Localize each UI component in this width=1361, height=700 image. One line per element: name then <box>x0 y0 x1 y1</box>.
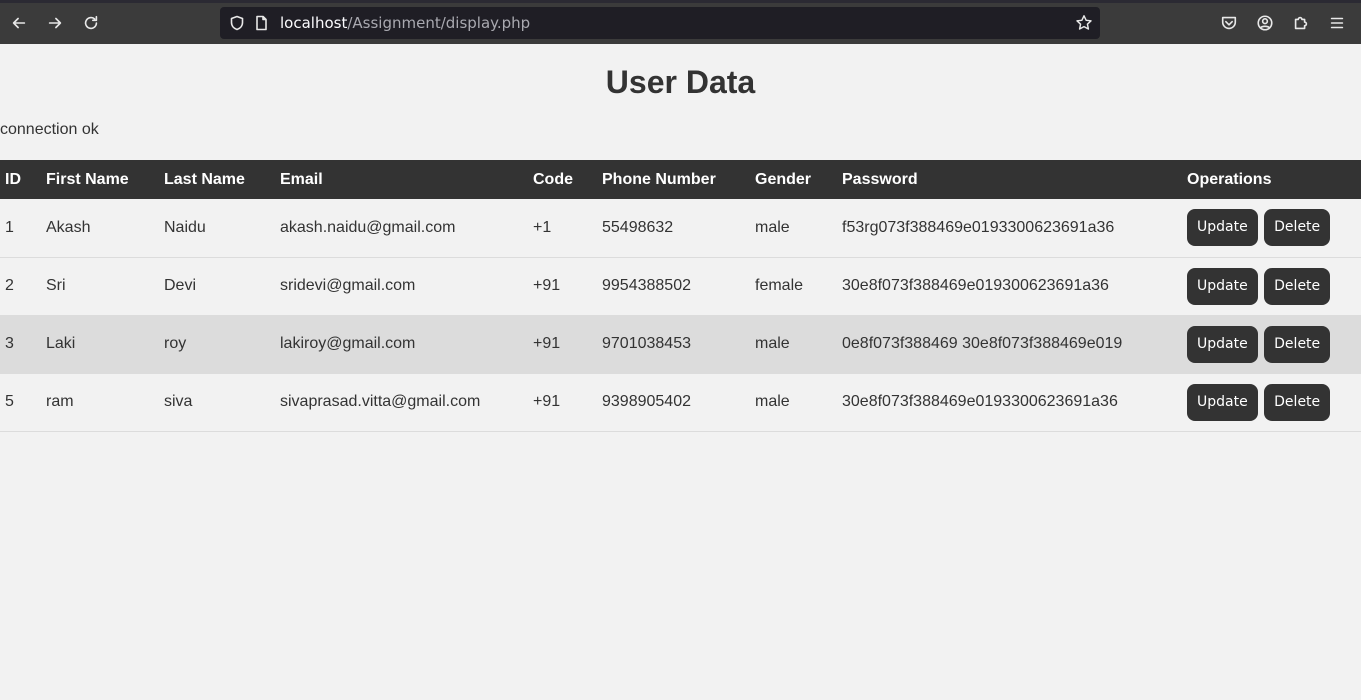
delete-button[interactable]: Delete <box>1264 267 1331 305</box>
forward-button[interactable] <box>41 9 69 37</box>
cell-email: sridevi@gmail.com <box>280 277 416 294</box>
update-button[interactable]: Update <box>1187 209 1258 247</box>
page-title: User Data <box>605 64 756 100</box>
table-row: 1 Akash Naidu akash.naidu@gmail.com +1 5… <box>0 199 1361 257</box>
cell-last-name: roy <box>164 335 187 352</box>
cell-first-name: Laki <box>46 335 76 352</box>
cell-id: 3 <box>5 335 14 352</box>
header-password: Password <box>842 170 918 188</box>
cell-operations: Update Delete <box>1187 257 1361 315</box>
cell-email: sivaprasad.vitta@gmail.com <box>280 393 481 410</box>
account-button[interactable] <box>1251 9 1279 37</box>
cell-password: 0e8f073f388469 30e8f073f388469e019 <box>842 335 1123 352</box>
cell-password: 30e8f073f388469e0193300623691a36 <box>842 393 1118 410</box>
cell-first-name: ram <box>46 393 74 410</box>
header-code: Code <box>533 170 573 188</box>
cell-phone: 55498632 <box>602 218 674 236</box>
cell-code: +91 <box>533 335 561 352</box>
extensions-button[interactable] <box>1287 9 1315 37</box>
table-header-row: ID First Name Last Name Email Code Phone… <box>0 160 1361 199</box>
puzzle-icon <box>1294 16 1308 30</box>
table-row: 2 Sri Devi sridevi@gmail.com +91 9954388… <box>0 257 1361 315</box>
update-button[interactable]: Update <box>1187 325 1258 363</box>
header-id: ID <box>5 170 21 188</box>
table-row: 5 ram siva sivaprasad.vitta@gmail.com +9… <box>0 373 1361 431</box>
cell-last-name: Devi <box>164 277 197 294</box>
cell-gender: male <box>755 393 790 410</box>
cell-phone: 9701038453 <box>602 335 691 352</box>
cell-operations: Update Delete <box>1187 315 1361 373</box>
delete-button[interactable]: Delete <box>1264 209 1331 247</box>
arrow-right-icon <box>48 17 62 29</box>
menu-button[interactable] <box>1323 9 1351 37</box>
browser-toolbar: localhost/Assignment/display.php <box>0 0 1361 44</box>
address-bar[interactable]: localhost/Assignment/display.php <box>220 7 1100 39</box>
cell-gender: male <box>755 335 790 352</box>
header-operations: Operations <box>1187 170 1272 188</box>
cell-id: 2 <box>5 277 14 294</box>
update-button[interactable]: Update <box>1187 383 1258 421</box>
url-host: localhost <box>280 14 348 32</box>
cell-phone: 9398905402 <box>602 393 691 410</box>
delete-button[interactable]: Delete <box>1264 383 1331 421</box>
cell-gender: male <box>755 218 790 236</box>
cell-gender: female <box>755 277 804 294</box>
header-first-name: First Name <box>46 170 129 188</box>
cell-phone: 9954388502 <box>602 277 691 294</box>
pocket-button[interactable] <box>1215 9 1243 37</box>
page-icon <box>252 14 270 32</box>
cell-code: +1 <box>533 218 552 236</box>
account-icon <box>1257 15 1273 31</box>
user-data-table: ID First Name Last Name Email Code Phone… <box>0 160 1361 432</box>
bookmark-star-icon[interactable] <box>1074 13 1094 33</box>
cell-code: +91 <box>533 277 561 294</box>
cell-first-name: Sri <box>46 277 66 294</box>
cell-id: 1 <box>5 218 14 236</box>
cell-password: f53rg073f388469e0193300623691a36 <box>842 218 1115 236</box>
cell-operations: Update Delete <box>1187 373 1361 431</box>
url-path: /Assignment/display.php <box>347 14 531 32</box>
cell-operations: Update Delete <box>1187 199 1361 257</box>
cell-last-name: Naidu <box>164 218 206 236</box>
delete-button[interactable]: Delete <box>1264 325 1331 363</box>
connection-status: connection ok <box>0 121 99 138</box>
url-text[interactable]: localhost/Assignment/display.php <box>280 14 530 32</box>
cell-code: +91 <box>533 393 561 410</box>
arrow-left-icon <box>12 17 26 29</box>
cell-id: 5 <box>5 393 14 410</box>
header-phone-number: Phone Number <box>602 170 716 188</box>
reload-icon <box>84 15 98 30</box>
update-button[interactable]: Update <box>1187 267 1258 305</box>
header-gender: Gender <box>755 170 812 188</box>
pocket-icon <box>1221 16 1237 30</box>
header-email: Email <box>280 170 323 188</box>
cell-email: lakiroy@gmail.com <box>280 335 416 352</box>
back-button[interactable] <box>5 9 33 37</box>
cell-email: akash.naidu@gmail.com <box>280 218 456 236</box>
shield-icon[interactable] <box>228 14 246 32</box>
reload-button[interactable] <box>77 9 105 37</box>
hamburger-menu-icon <box>1330 17 1344 29</box>
cell-last-name: siva <box>164 393 193 410</box>
table-row: 3 Laki roy lakiroy@gmail.com +91 9701038… <box>0 315 1361 373</box>
cell-password: 30e8f073f388469e019300623691a36 <box>842 277 1109 294</box>
cell-first-name: Akash <box>46 218 91 236</box>
header-last-name: Last Name <box>164 170 245 188</box>
